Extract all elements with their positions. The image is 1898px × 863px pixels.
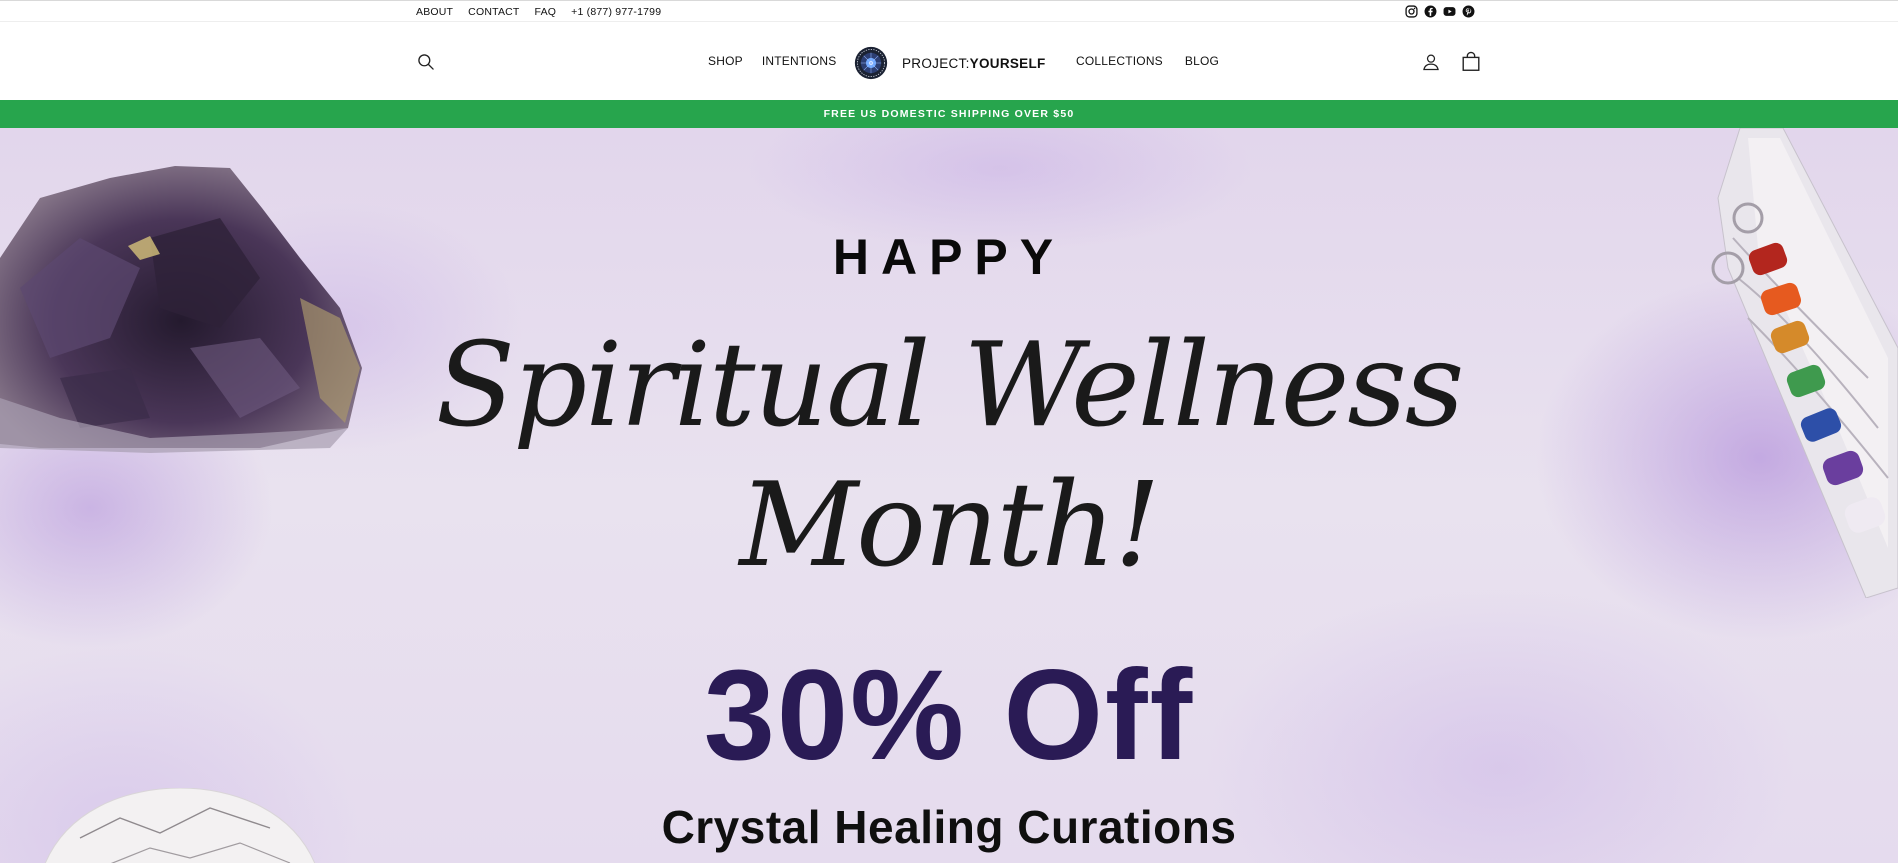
nav-intentions[interactable]: INTENTIONS: [762, 54, 837, 68]
youtube-icon[interactable]: [1443, 5, 1456, 18]
instagram-icon[interactable]: [1405, 5, 1418, 18]
logo-prefix: PROJECT:: [902, 55, 970, 71]
hero-banner[interactable]: HAPPY Spiritual Wellness Month! 30% Off …: [0, 128, 1898, 863]
faq-link[interactable]: FAQ: [535, 6, 557, 18]
search-icon[interactable]: [416, 52, 436, 72]
primary-nav-right: COLLECTIONS BLOG: [1076, 54, 1219, 68]
cart-icon[interactable]: [1460, 51, 1482, 73]
facebook-icon[interactable]: [1424, 5, 1437, 18]
account-icon[interactable]: [1421, 52, 1441, 72]
nav-collections[interactable]: COLLECTIONS: [1076, 54, 1163, 68]
hero-headline-line2: Month!: [739, 458, 1160, 593]
about-link[interactable]: ABOUT: [416, 6, 453, 18]
primary-nav-left: SHOP INTENTIONS: [708, 54, 836, 68]
site-logo[interactable]: PROJECT:YOURSELF: [854, 46, 1046, 80]
promo-banner[interactable]: FREE US DOMESTIC SHIPPING OVER $50: [0, 100, 1898, 128]
nav-shop[interactable]: SHOP: [708, 54, 743, 68]
contact-link[interactable]: CONTACT: [468, 6, 519, 18]
social-links: [1405, 5, 1475, 18]
hero-kicker: HAPPY: [832, 229, 1066, 285]
main-header: SHOP INTENTIONS PROJECT:YOURSELF COLLECT…: [0, 22, 1898, 100]
hero-discount: 30% Off: [703, 644, 1195, 787]
logo-suffix: YOURSELF: [969, 55, 1046, 71]
phone-link[interactable]: +1 (877) 977-1799: [571, 6, 661, 18]
logo-badge-icon: [854, 46, 888, 80]
utility-links: ABOUT CONTACT FAQ +1 (877) 977-1799: [416, 6, 661, 18]
hero-subheadline: Crystal Healing Curations: [661, 801, 1237, 853]
utility-bar: ABOUT CONTACT FAQ +1 (877) 977-1799: [0, 1, 1898, 21]
logo-wordmark: PROJECT:YOURSELF: [902, 56, 1046, 71]
pinterest-icon[interactable]: [1462, 5, 1475, 18]
hero-headline-line1: Spiritual Wellness: [435, 318, 1465, 453]
nav-blog[interactable]: BLOG: [1185, 54, 1219, 68]
